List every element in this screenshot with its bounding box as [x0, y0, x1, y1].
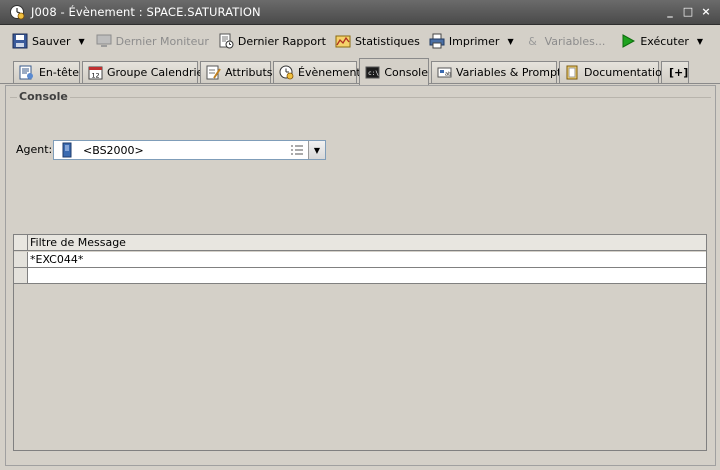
tab-calendar-group[interactable]: 12 Groupe Calendrier — [82, 61, 208, 83]
print-button[interactable]: Imprimer ▼ — [425, 29, 519, 53]
tab-label: Console — [384, 65, 428, 79]
group-divider — [10, 97, 711, 98]
server-icon — [60, 142, 74, 158]
tab-event[interactable]: Évènement — [273, 61, 361, 83]
floppy-disk-icon — [11, 32, 29, 50]
tab-attributes[interactable]: Attributs — [200, 61, 273, 83]
variables-prompts-icon: ab — [437, 65, 452, 81]
table-header: Filtre de Message — [14, 235, 706, 251]
last-monitor-button[interactable]: Dernier Moniteur — [92, 29, 212, 53]
close-button[interactable]: × — [698, 5, 714, 19]
clock-gear-icon — [10, 5, 25, 20]
row-selector[interactable] — [14, 268, 28, 283]
monitor-icon — [95, 32, 113, 50]
print-label: Imprimer — [448, 34, 500, 48]
statistics-label: Statistiques — [354, 34, 420, 48]
attributes-icon — [206, 65, 221, 81]
tab-label: Attributs — [225, 66, 273, 79]
execute-button[interactable]: Exécuter ▼ — [616, 29, 708, 53]
printer-icon — [428, 32, 446, 50]
tab-label: En-tête — [38, 66, 79, 79]
table-row[interactable]: *EXC044* — [14, 252, 706, 268]
last-monitor-label: Dernier Moniteur — [115, 34, 209, 48]
variables-icon: & — [528, 34, 537, 48]
tab-variables-prompts[interactable]: ab Variables & Prompts — [431, 61, 567, 83]
tab-label: Évènement — [298, 66, 361, 79]
table-cell[interactable] — [28, 268, 706, 283]
tab-label: Groupe Calendrier — [107, 66, 208, 79]
tab-label: Documentation — [584, 66, 669, 79]
execute-label: Exécuter — [640, 34, 689, 48]
tab-strip: En-tête 12 Groupe Calendrier Attributs É… — [0, 58, 720, 85]
report-clock-icon — [217, 32, 235, 50]
statistics-icon — [334, 32, 352, 50]
toolbar: Sauver ▼ Dernier Moniteur Dernier Rappor… — [0, 26, 720, 56]
execute-dropdown-icon[interactable]: ▼ — [697, 37, 703, 46]
tab-add[interactable]: [+] — [661, 61, 689, 83]
message-filter-table: Filtre de Message *EXC044* — [13, 234, 707, 451]
agent-value: <BS2000> — [83, 143, 144, 157]
title-bar: J008 - Évènement : SPACE.SATURATION _ □ … — [0, 0, 720, 25]
minimize-button[interactable]: _ — [662, 5, 678, 19]
tab-console[interactable]: c:\ Console — [359, 58, 429, 85]
save-dropdown-icon[interactable]: ▼ — [79, 37, 85, 46]
maximize-button[interactable]: □ — [680, 5, 696, 19]
print-dropdown-icon[interactable]: ▼ — [507, 37, 513, 46]
statistics-button[interactable]: Statistiques — [331, 29, 423, 53]
tab-label: Variables & Prompts — [456, 66, 568, 79]
variables-button[interactable]: & Variables... — [521, 29, 609, 53]
console-icon: c:\ — [365, 64, 380, 80]
agent-select[interactable]: <BS2000> ▼ — [53, 140, 326, 160]
calendar-icon: 12 — [88, 65, 103, 81]
tab-header[interactable]: En-tête — [13, 61, 80, 83]
save-button[interactable]: Sauver ▼ — [8, 29, 90, 53]
variables-label: Variables... — [544, 34, 606, 48]
play-icon — [619, 32, 637, 50]
column-header-message-filter[interactable]: Filtre de Message — [28, 235, 706, 250]
event-icon — [279, 65, 294, 81]
list-icon[interactable] — [290, 143, 304, 157]
row-selector-header — [14, 235, 28, 250]
group-title: Console — [17, 90, 70, 103]
header-icon — [19, 65, 35, 81]
add-tab-icon: [+] — [669, 66, 689, 79]
agent-dropdown-button[interactable]: ▼ — [308, 141, 325, 159]
agent-label: Agent: — [16, 143, 53, 156]
svg-text:c:\: c:\ — [368, 70, 379, 77]
last-report-label: Dernier Rapport — [237, 34, 326, 48]
svg-text:ab: ab — [445, 72, 451, 78]
save-label: Sauver — [32, 34, 71, 48]
svg-text:12: 12 — [91, 72, 99, 80]
table-cell[interactable]: *EXC044* — [28, 252, 706, 267]
last-report-button[interactable]: Dernier Rapport — [214, 29, 329, 53]
window-title: J008 - Évènement : SPACE.SATURATION — [31, 5, 261, 19]
table-row[interactable] — [14, 268, 706, 284]
documentation-icon — [565, 65, 580, 81]
row-selector[interactable] — [14, 252, 28, 267]
tab-documentation[interactable]: Documentation — [559, 61, 669, 83]
